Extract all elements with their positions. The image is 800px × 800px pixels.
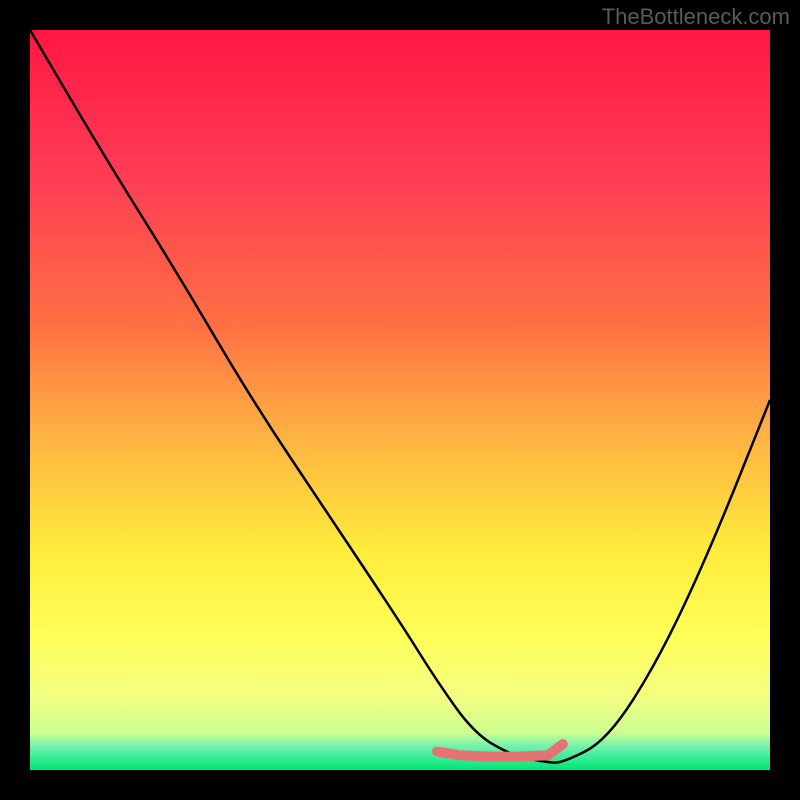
plot-area <box>30 30 770 770</box>
gradient-background <box>30 30 770 770</box>
chart-svg <box>30 30 770 770</box>
watermark-text: TheBottleneck.com <box>602 4 790 30</box>
chart-container: TheBottleneck.com <box>0 0 800 800</box>
